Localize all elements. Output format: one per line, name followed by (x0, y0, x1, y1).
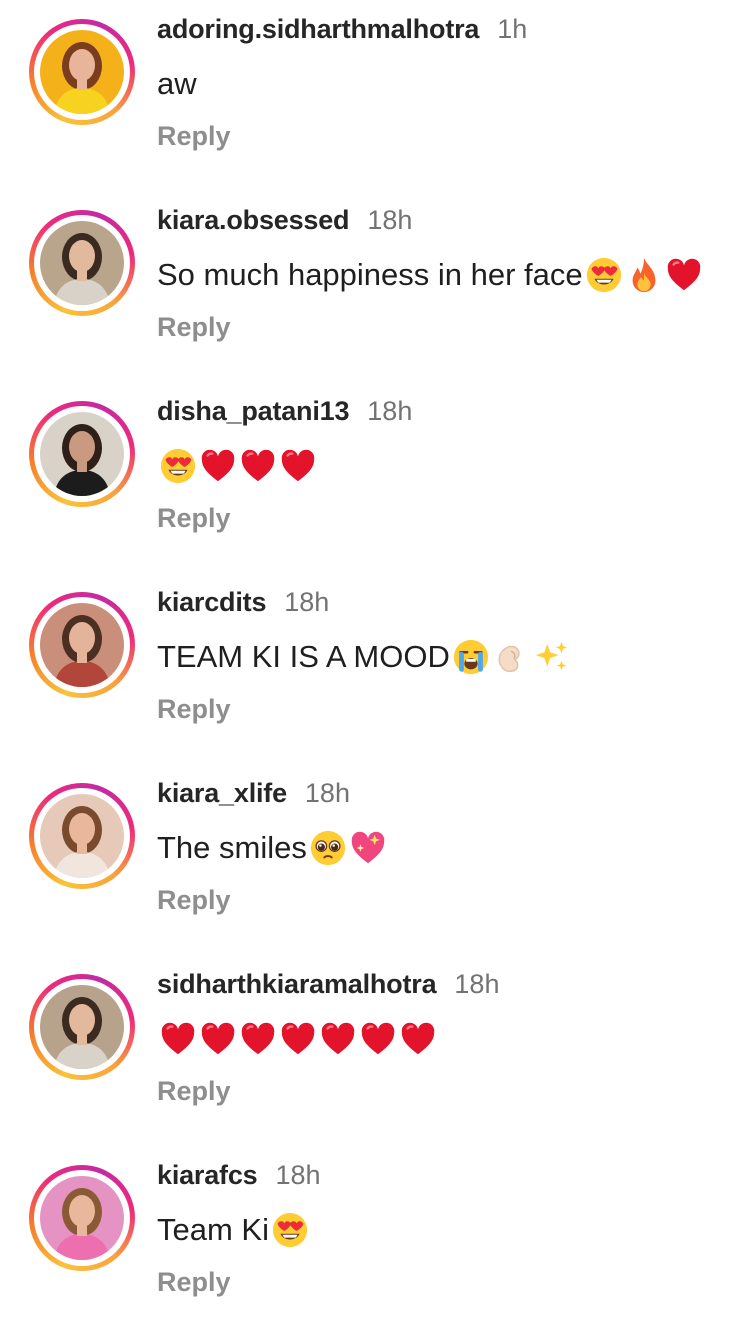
comment-meta: kiara_xlife 18h (157, 778, 350, 812)
red-heart-emoji-icon (399, 1020, 437, 1058)
heart-eyes-emoji-icon (159, 447, 197, 485)
red-heart-emoji-icon (239, 1020, 277, 1058)
timestamp: 18h (304, 778, 350, 808)
red-heart-emoji-icon (239, 447, 277, 485)
comment-meta: kiara.obsessed 18h (157, 205, 412, 239)
timestamp: 18h (367, 205, 413, 235)
pinch-emoji-icon (492, 638, 530, 676)
sparkling-heart-emoji-icon (349, 829, 387, 867)
red-heart-emoji-icon (199, 447, 237, 485)
reply-button[interactable]: Reply (157, 1076, 231, 1107)
comment-text: So much happiness in her face (157, 253, 703, 297)
heart-eyes-emoji-icon (585, 256, 623, 294)
comment-text: aw (157, 62, 197, 106)
avatar[interactable] (40, 412, 124, 496)
comment-text: Team Ki (157, 1208, 309, 1252)
comment-meta: sidharthkiaramalhotra 18h (157, 969, 499, 1003)
red-heart-emoji-icon (279, 447, 317, 485)
reply-button[interactable]: Reply (157, 121, 231, 152)
comment-item: sidharthkiaramalhotra 18h Reply (0, 955, 748, 1146)
red-heart-emoji-icon (319, 1020, 357, 1058)
reply-button[interactable]: Reply (157, 885, 231, 916)
story-ring[interactable] (29, 210, 135, 316)
username[interactable]: kiarcdits (157, 587, 266, 618)
reply-button[interactable]: Reply (157, 1267, 231, 1298)
comment-text (157, 444, 317, 488)
comment-body: aw (157, 66, 197, 101)
comment-body: So much happiness in her face (157, 257, 583, 292)
comment-item: adoring.sidharthmalhotra 1h aw Reply (0, 0, 748, 191)
red-heart-emoji-icon (665, 256, 703, 294)
crying-emoji-icon (452, 638, 490, 676)
timestamp: 18h (275, 1160, 321, 1190)
comment-item: kiara_xlife 18h The smiles Reply (0, 764, 748, 955)
username[interactable]: adoring.sidharthmalhotra (157, 14, 479, 45)
comment-item: disha_patani13 18h Reply (0, 382, 748, 573)
story-ring[interactable] (29, 19, 135, 125)
red-heart-emoji-icon (159, 1020, 197, 1058)
comment-text (157, 1017, 437, 1061)
story-ring[interactable] (29, 783, 135, 889)
story-ring[interactable] (29, 974, 135, 1080)
comment-meta: kiarafcs 18h (157, 1160, 321, 1194)
timestamp: 18h (367, 396, 413, 426)
comment-item: kiarafcs 18h Team Ki Reply (0, 1146, 748, 1337)
story-ring[interactable] (29, 592, 135, 698)
avatar[interactable] (40, 603, 124, 687)
comment-item: kiarcdits 18h TEAM KI IS A MOOD Reply (0, 573, 748, 764)
comment-body: TEAM KI IS A MOOD (157, 639, 450, 674)
red-heart-emoji-icon (199, 1020, 237, 1058)
timestamp: 18h (454, 969, 500, 999)
timestamp: 1h (497, 14, 528, 44)
username[interactable]: kiara.obsessed (157, 205, 350, 236)
username[interactable]: disha_patani13 (157, 396, 349, 427)
avatar[interactable] (40, 221, 124, 305)
sparkles-emoji-icon (532, 638, 570, 676)
reply-button[interactable]: Reply (157, 694, 231, 725)
comment-text: TEAM KI IS A MOOD (157, 635, 570, 679)
avatar[interactable] (40, 30, 124, 114)
comment-meta: kiarcdits 18h (157, 587, 329, 621)
comment-item: kiara.obsessed 18h So much happiness in he… (0, 191, 748, 382)
reply-button[interactable]: Reply (157, 503, 231, 534)
pleading-emoji-icon (309, 829, 347, 867)
red-heart-emoji-icon (359, 1020, 397, 1058)
username[interactable]: kiarafcs (157, 1160, 258, 1191)
comment-body: The smiles (157, 830, 307, 865)
comment-meta: adoring.sidharthmalhotra 1h (157, 14, 527, 48)
comment-meta: disha_patani13 18h (157, 396, 412, 430)
comment-text: The smiles (157, 826, 387, 870)
comment-body: Team Ki (157, 1212, 269, 1247)
avatar[interactable] (40, 985, 124, 1069)
avatar[interactable] (40, 794, 124, 878)
username[interactable]: sidharthkiaramalhotra (157, 969, 437, 1000)
heart-eyes-emoji-icon (271, 1211, 309, 1249)
timestamp: 18h (284, 587, 330, 617)
username[interactable]: kiara_xlife (157, 778, 287, 809)
fire-emoji-icon (625, 256, 663, 294)
reply-button[interactable]: Reply (157, 312, 231, 343)
story-ring[interactable] (29, 1165, 135, 1271)
avatar[interactable] (40, 1176, 124, 1260)
story-ring[interactable] (29, 401, 135, 507)
red-heart-emoji-icon (279, 1020, 317, 1058)
